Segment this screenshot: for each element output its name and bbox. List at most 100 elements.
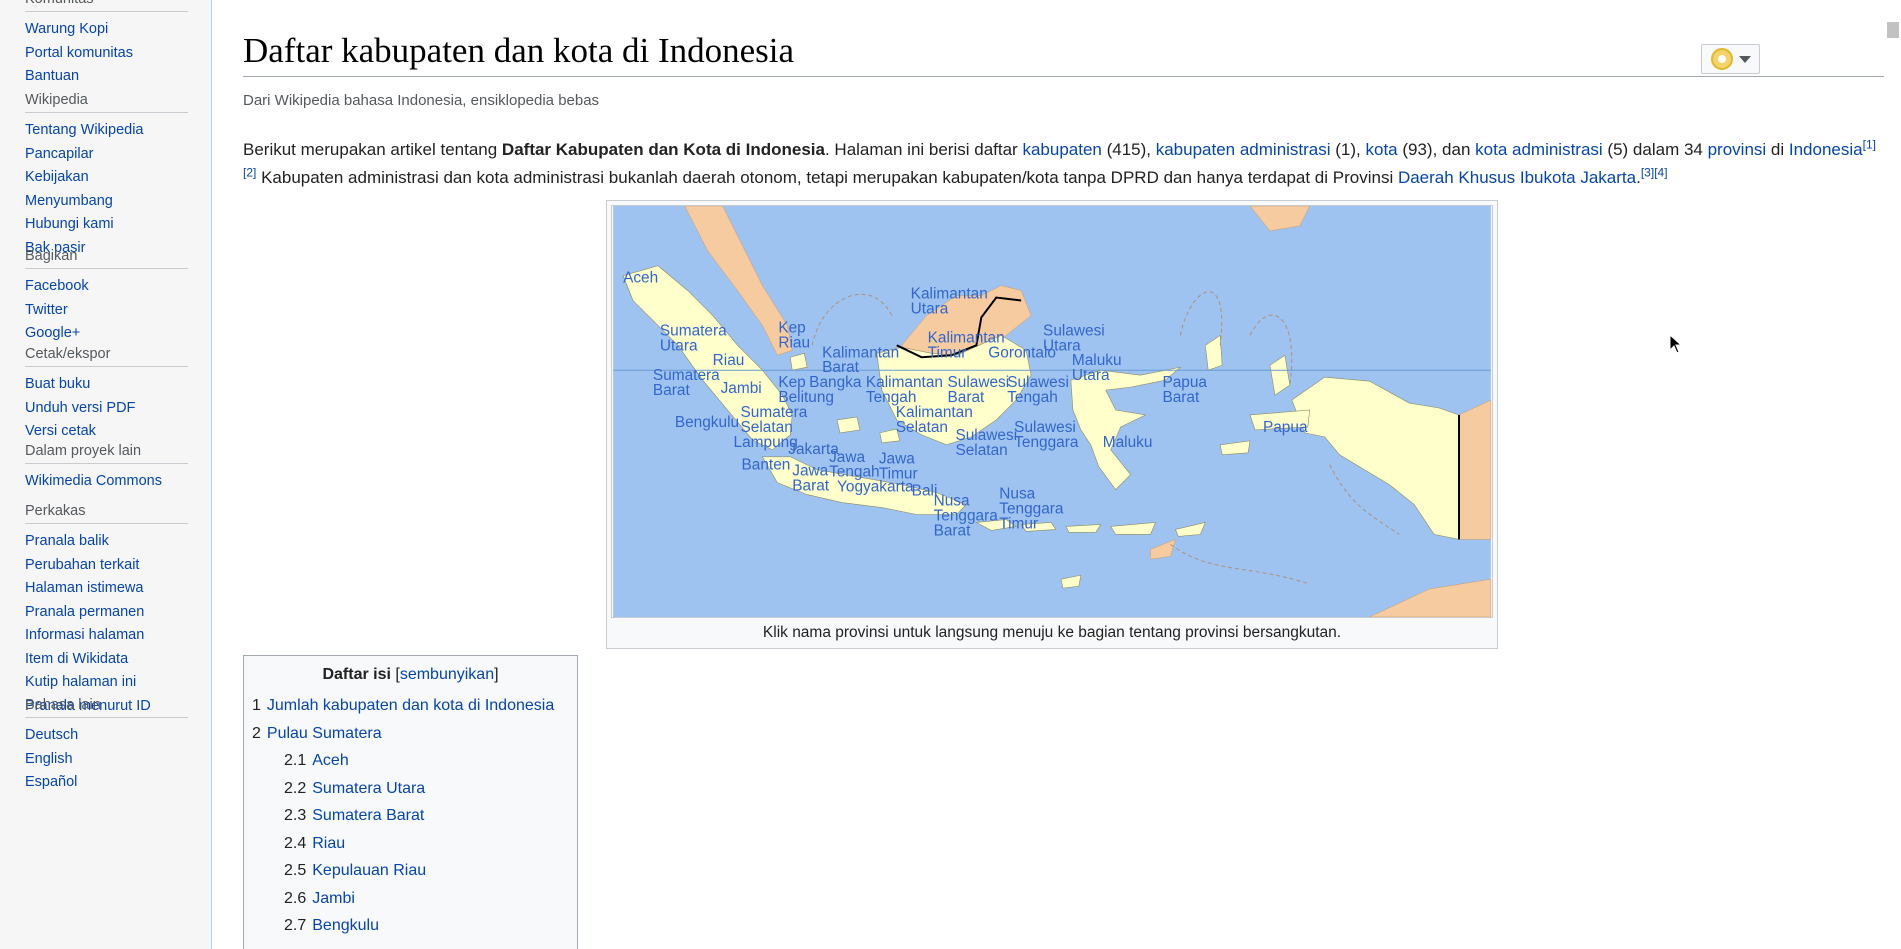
province-label-line: Yogyakarta [837, 479, 914, 496]
toc-number: 2.1 [284, 752, 307, 769]
province-label-line: Barat [934, 522, 972, 539]
sidebar-link[interactable]: Unduh versi PDF [25, 400, 135, 416]
toc-item: 2.4 Riau [252, 830, 569, 858]
table-of-contents: Daftar isi [sembunyikan] 1 Jumlah kabupat… [243, 655, 578, 949]
toc-link[interactable]: Riau [312, 835, 345, 852]
link-indonesia[interactable]: Indonesia [1789, 140, 1863, 159]
link-kabupaten-administrasi[interactable]: kabupaten administrasi [1156, 140, 1331, 159]
sidebar-link[interactable]: Kutip halaman ini [25, 674, 136, 690]
sidebar-link[interactable]: Google+ [25, 325, 80, 341]
sidebar-link[interactable]: Bantuan [25, 68, 79, 84]
reference-1[interactable]: [1] [1863, 137, 1876, 151]
province-label-line: Bangka [809, 374, 862, 391]
province-label-banten[interactable]: Banten [742, 457, 791, 474]
province-label-jabar[interactable]: Jawa Barat [792, 463, 830, 495]
toc-link[interactable]: Sumatera Utara [312, 780, 425, 797]
sidebar-link[interactable]: Deutsch [25, 727, 78, 743]
sidebar-link[interactable]: Item di Wikidata [25, 651, 128, 667]
sidebar-link[interactable]: Perubahan terkait [25, 557, 139, 573]
toc-toggle-link[interactable]: sembunyikan [400, 666, 494, 683]
reference-2[interactable]: [2] [243, 165, 256, 179]
link-kota[interactable]: kota [1366, 140, 1398, 159]
province-label-kepriau[interactable]: Kep Riau [778, 319, 810, 351]
link-dki-jakarta[interactable]: Daerah Khusus Ibukota Jakarta [1398, 168, 1636, 187]
province-label-aceh[interactable]: Aceh [623, 270, 658, 287]
sidebar-section: Dalam proyek lain Wikimedia Commons [25, 443, 188, 494]
sidebar-item: Bantuan [25, 65, 188, 89]
sidebar-item: Facebook [25, 275, 188, 299]
reference-3[interactable]: [3] [1641, 165, 1654, 179]
province-label-line: Selatan [896, 419, 948, 436]
sidebar-link[interactable]: Warung Kopi [25, 21, 108, 37]
toc-item: 2.3 Sumatera Barat [252, 802, 569, 830]
sidebar-link[interactable]: Menyumbang [25, 193, 113, 209]
sidebar-link[interactable]: Buat buku [25, 376, 90, 392]
sidebar-link[interactable]: Twitter [25, 302, 68, 318]
sidebar-item: Tentang Wikipedia [25, 119, 188, 143]
sidebar-link[interactable]: Pancapilar [25, 146, 94, 162]
province-label-line: Barat [948, 389, 986, 406]
sidebar-link[interactable]: Halaman istimewa [25, 580, 143, 596]
province-label-yogya[interactable]: Yogyakarta [837, 479, 914, 496]
toc-link[interactable]: Jambi [312, 890, 355, 907]
sidebar-link[interactable]: Pranala balik [25, 533, 109, 549]
toc-link[interactable]: Aceh [312, 752, 348, 769]
sidebar-item: English [25, 748, 188, 772]
sidebar-link[interactable]: Tentang Wikipedia [25, 122, 144, 138]
sidebar-link[interactable]: Español [25, 774, 77, 790]
sidebar-section-heading: Bahasa lain [25, 697, 188, 718]
link-provinsi[interactable]: provinsi [1708, 140, 1767, 159]
sidebar-link[interactable]: English [25, 751, 73, 767]
sidebar-link[interactable]: Portal komunitas [25, 45, 133, 61]
sidebar-item: Item di Wikidata [25, 648, 188, 672]
sidebar-item: Unduh versi PDF [25, 397, 188, 421]
sidebar-list: Facebook Twitter Google+ [25, 275, 188, 346]
scrollbar-thumb[interactable] [1887, 22, 1899, 38]
sidebar-item: Español [25, 771, 188, 795]
sidebar-list: Pranala balik Perubahan terkait Halaman is… [25, 530, 188, 718]
sidebar-link[interactable]: Hubungi kami [25, 216, 114, 232]
toc-number: 2 [252, 724, 261, 742]
province-label-line: Banten [742, 457, 791, 474]
toc-link[interactable]: Bengkulu [312, 917, 379, 934]
sidebar-section: Bahasa lain Deutsch English Español [25, 697, 188, 795]
map-caption: Klik nama provinsi untuk langsung menuju… [762, 624, 1342, 641]
toc-link[interactable]: Sumatera Barat [312, 807, 424, 824]
province-label-bangka[interactable]: Bangka [809, 374, 862, 391]
province-label-bengkulu[interactable]: Bengkulu [675, 414, 739, 431]
province-label-line: Timur [928, 344, 967, 361]
chevron-down-icon [1738, 55, 1751, 63]
toc-link[interactable]: Pulau Sumatera [267, 725, 382, 742]
sidebar-section-heading: Dalam proyek lain [25, 443, 188, 464]
scrollbar[interactable] [1884, 0, 1901, 949]
sidebar-link[interactable]: Informasi halaman [25, 627, 144, 643]
sidebar-link[interactable]: Versi cetak [25, 423, 96, 439]
sidebar-link[interactable]: Kebijakan [25, 169, 89, 185]
intro-text: (1), [1330, 140, 1366, 159]
reference-4[interactable]: [4] [1654, 165, 1667, 179]
toc-item: 2.5 Kepulauan Riau [252, 857, 569, 885]
toc-number: 2.3 [284, 807, 307, 824]
sidebar-link[interactable]: Facebook [25, 278, 89, 294]
sidebar-link[interactable]: Pranala permanen [25, 604, 144, 620]
sidebar-item: Twitter [25, 299, 188, 323]
sidebar-item: Warung Kopi [25, 18, 188, 42]
sidebar-item: Informasi halaman [25, 624, 188, 648]
watch-menu-button[interactable] [1701, 44, 1760, 74]
province-label-papua[interactable]: Papua [1263, 419, 1308, 436]
province-label-sultra[interactable]: Sulawesi Tenggara [1014, 419, 1079, 451]
sidebar-link[interactable]: Wikimedia Commons [25, 473, 162, 489]
province-label-maluku[interactable]: Maluku [1103, 434, 1153, 451]
link-kota-administrasi[interactable]: kota administrasi [1475, 140, 1603, 159]
sidebar-section: Komunitas Warung Kopi Portal komunitas Bant… [25, 0, 188, 89]
toc-link[interactable]: Jumlah kabupaten dan kota di Indonesia [267, 697, 554, 714]
toc-number: 2.5 [284, 862, 307, 879]
sidebar-list: Wikimedia Commons [25, 470, 188, 494]
sidebar-item: Pancapilar [25, 143, 188, 167]
province-label-jambi[interactable]: Jambi [721, 380, 762, 397]
province-label-line: Riau [778, 334, 810, 351]
link-kabupaten[interactable]: kabupaten [1022, 140, 1101, 159]
province-label-line: Papua [1263, 419, 1308, 436]
toc-link[interactable]: Kepulauan Riau [312, 862, 426, 879]
sidebar-item: Versi cetak [25, 420, 188, 444]
